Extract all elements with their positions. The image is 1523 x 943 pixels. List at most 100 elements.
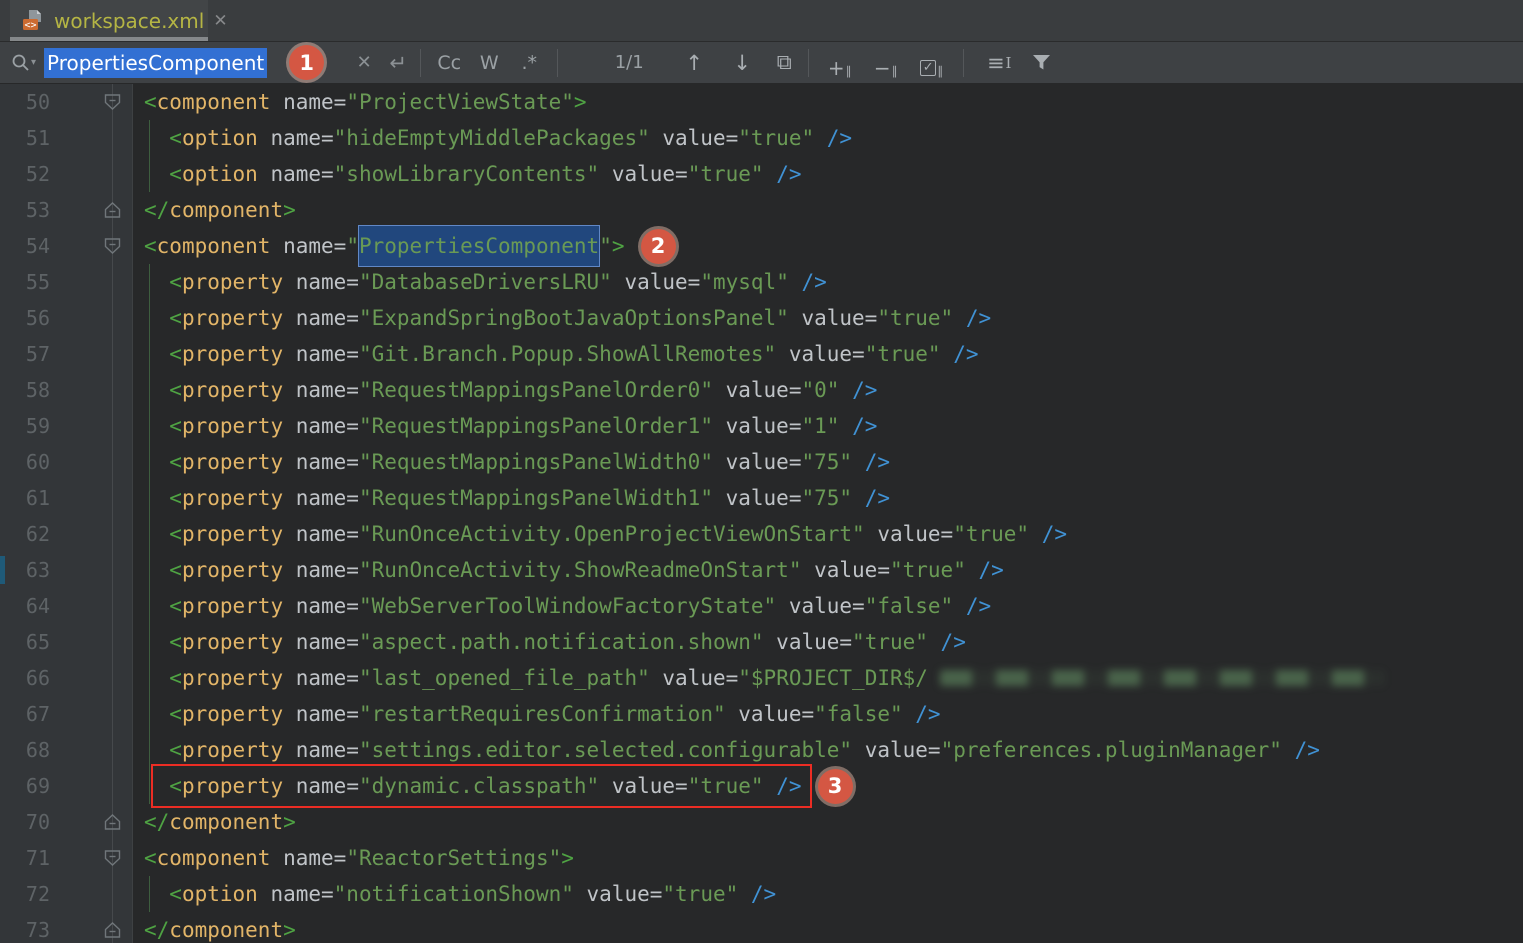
code-line-72: 72 <option name="notificationShown" valu… <box>0 876 1523 912</box>
code-text[interactable]: <property name="RunOnceActivity.ShowRead… <box>133 552 1004 588</box>
code-text[interactable]: <property name="ExpandSpringBootJavaOpti… <box>133 300 991 336</box>
code-text[interactable]: <property name="RunOnceActivity.OpenProj… <box>133 516 1067 552</box>
fold-end-icon[interactable] <box>103 922 122 939</box>
code-token: name= <box>283 696 359 732</box>
code-token: < <box>144 228 157 264</box>
code-token: "DatabaseDriversLRU" <box>359 264 612 300</box>
code-text[interactable]: <property name="dynamic.classpath" value… <box>133 768 853 804</box>
code-text[interactable]: </component> <box>133 912 296 943</box>
code-token: option <box>182 156 258 192</box>
code-token: < <box>144 840 157 876</box>
code-token: option <box>182 120 258 156</box>
code-token: /> <box>764 156 802 192</box>
code-token: < <box>144 408 182 444</box>
code-token: name= <box>283 516 359 552</box>
code-token: "true" <box>738 120 814 156</box>
clear-search-icon[interactable]: ✕ <box>350 48 378 78</box>
words-button[interactable]: W <box>472 48 506 78</box>
code-token: value= <box>599 156 688 192</box>
next-occurrence-icon[interactable]: ↓ <box>726 48 758 78</box>
search-icon[interactable]: ▾ <box>10 52 36 74</box>
code-text[interactable]: <property name="aspect.path.notification… <box>133 624 966 660</box>
code-token: "last_opened_file_path" <box>359 660 650 696</box>
code-token: name= <box>283 444 359 480</box>
code-token: < <box>144 552 182 588</box>
code-token <box>144 768 169 804</box>
code-token: value= <box>574 876 663 912</box>
code-token: /> <box>839 372 877 408</box>
fold-start-icon[interactable] <box>103 94 122 111</box>
code-text[interactable]: <property name="WebServerToolWindowFacto… <box>133 588 991 624</box>
line-number: 56 <box>0 306 50 330</box>
code-token: < <box>144 696 182 732</box>
code-token: name= <box>283 552 359 588</box>
code-token: value= <box>776 336 865 372</box>
regex-button[interactable]: .* <box>512 48 546 78</box>
code-line-55: 55 <property name="DatabaseDriversLRU" v… <box>0 264 1523 300</box>
code-token: /> <box>941 336 979 372</box>
open-in-find-window-icon[interactable]: ⧉ <box>768 48 800 78</box>
code-token: < <box>144 588 182 624</box>
code-token: < <box>144 516 182 552</box>
code-token: < <box>144 264 182 300</box>
code-token: component <box>157 84 271 120</box>
filter-icon[interactable] <box>1026 48 1056 78</box>
code-text[interactable]: <property name="RequestMappingsPanelWidt… <box>133 444 890 480</box>
code-text[interactable]: <component name="ProjectViewState"> <box>133 84 587 120</box>
code-token: value= <box>713 372 802 408</box>
code-line-61: 61 <property name="RequestMappingsPanelW… <box>0 480 1523 516</box>
code-token: name= <box>270 840 346 876</box>
code-text[interactable]: <component name="ReactorSettings"> <box>133 840 574 876</box>
code-token: value= <box>789 300 878 336</box>
code-token: value= <box>865 516 954 552</box>
tab-workspace-xml[interactable]: <> workspace.xml ✕ <box>10 0 208 41</box>
code-text[interactable]: <option name="showLibraryContents" value… <box>133 156 801 192</box>
match-case-button[interactable]: Cc <box>432 48 466 78</box>
code-text[interactable]: </component> <box>133 192 296 228</box>
gutter: 69 <box>0 768 133 804</box>
search-view-options-icon[interactable]: ≡ I <box>982 48 1016 78</box>
newline-icon[interactable]: ↵ <box>384 48 412 78</box>
code-text[interactable]: <option name="notificationShown" value="… <box>133 876 776 912</box>
code-text[interactable]: <option name="hideEmptyMiddlePackages" v… <box>133 120 852 156</box>
code-text[interactable]: <property name="DatabaseDriversLRU" valu… <box>133 264 827 300</box>
code-token: "notificationShown" <box>334 876 574 912</box>
code-text[interactable]: </component> <box>133 804 296 840</box>
code-line-54: 54<component name="PropertiesComponent">… <box>0 228 1523 264</box>
gutter: 59 <box>0 408 133 444</box>
code-text[interactable]: <component name="PropertiesComponent">2 <box>133 225 676 267</box>
add-occurrence-icon[interactable]: + ∥ <box>822 48 858 78</box>
select-all-occurrences-icon[interactable]: ✓ ∥ <box>914 48 950 78</box>
code-text[interactable]: <property name="settings.editor.selected… <box>133 732 1320 768</box>
code-text[interactable]: <property name="RequestMappingsPanelOrde… <box>133 408 877 444</box>
fold-start-icon[interactable] <box>103 850 122 867</box>
current-match-stripe <box>0 556 5 584</box>
code-token: name= <box>283 732 359 768</box>
code-text[interactable]: <property name="RequestMappingsPanelOrde… <box>133 372 877 408</box>
fold-start-icon[interactable] <box>103 238 122 255</box>
fold-end-icon[interactable] <box>103 814 122 831</box>
code-token: value= <box>713 444 802 480</box>
tab-close-icon[interactable]: ✕ <box>213 11 227 31</box>
fold-end-icon[interactable] <box>103 202 122 219</box>
code-line-51: 51 <option name="hideEmptyMiddlePackages… <box>0 120 1523 156</box>
code-text[interactable]: <property name="last_opened_file_path" v… <box>133 660 1385 696</box>
gutter: 63 <box>0 552 133 588</box>
code-text[interactable]: <property name="RequestMappingsPanelWidt… <box>133 480 890 516</box>
code-token: /> <box>1282 732 1320 768</box>
code-token: "true" <box>852 624 928 660</box>
gutter: 71 <box>0 840 133 876</box>
search-query-selected-text: PropertiesComponent <box>44 48 267 78</box>
highlight-box-wrapper: <property name="dynamic.classpath" value… <box>169 768 801 804</box>
search-input[interactable]: PropertiesComponent <box>44 51 267 75</box>
divider <box>963 49 964 77</box>
line-number: 60 <box>0 450 50 474</box>
remove-occurrence-icon[interactable]: − ∥ <box>868 48 904 78</box>
code-text[interactable]: <property name="restartRequiresConfirmat… <box>133 696 941 732</box>
code-text[interactable]: <property name="Git.Branch.Popup.ShowAll… <box>133 336 979 372</box>
previous-occurrence-icon[interactable]: ↑ <box>678 48 710 78</box>
code-line-68: 68 <property name="settings.editor.selec… <box>0 732 1523 768</box>
line-number: 62 <box>0 522 50 546</box>
line-number: 68 <box>0 738 50 762</box>
code-token: "RequestMappingsPanelWidth1" <box>359 480 713 516</box>
